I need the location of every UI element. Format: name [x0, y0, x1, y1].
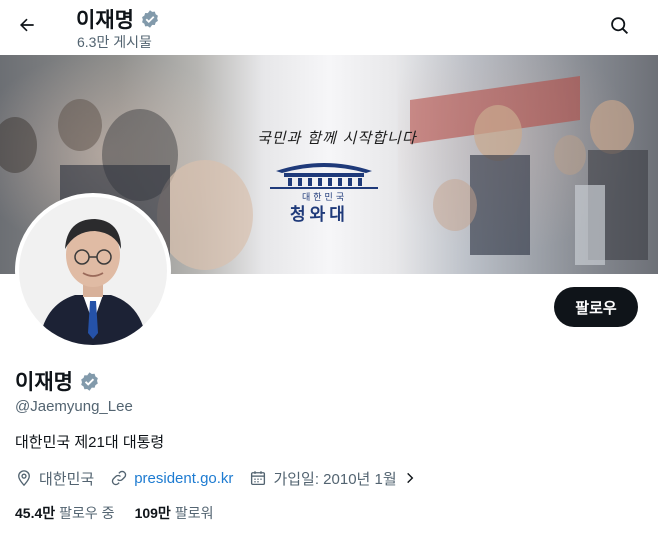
back-button[interactable] [10, 8, 44, 42]
following-stat[interactable]: 45.4만 팔로우 중 [15, 503, 115, 523]
follow-stats: 45.4만 팔로우 중 109만 팔로워 [15, 503, 213, 523]
arrow-left-icon [20, 18, 34, 32]
profile-name: 이재명 [15, 366, 100, 396]
profile-handle: @Jaemyung_Lee [15, 398, 133, 415]
banner-slogan: 국민과 함께 시작합니다 [257, 129, 417, 147]
followers-label: 팔로워 [174, 505, 214, 521]
search-button[interactable] [602, 8, 636, 42]
top-bar: 이재명 6.3만 게시물 [0, 0, 658, 54]
profile-bio: 대한민국 제21대 대통령 [15, 434, 165, 451]
banner-logo-name: 청와대 [290, 205, 349, 224]
location-text: 대한민국 [39, 470, 95, 488]
search-icon [610, 16, 628, 34]
profile-meta: 대한민국 president.go.kr 가입일: 2010년 1월 [15, 467, 433, 489]
joined-item[interactable]: 가입일: 2010년 1월 [249, 468, 416, 489]
calendar-icon [251, 471, 266, 486]
website-link[interactable]: president.go.kr [134, 470, 233, 487]
chevron-right-icon [406, 472, 413, 484]
following-count: 45.4만 [15, 505, 56, 521]
followers-stat[interactable]: 109만 팔로워 [135, 503, 214, 523]
verified-badge-icon [142, 10, 158, 28]
location-pin-icon [18, 470, 30, 487]
followers-count: 109만 [134, 505, 171, 521]
header-title: 이재명 [76, 4, 160, 34]
link-icon [112, 470, 127, 486]
profile-avatar[interactable] [15, 193, 171, 349]
post-count: 6.3만 게시물 [77, 34, 152, 50]
location-item: 대한민국 [15, 468, 94, 489]
blue-house-logo [270, 163, 378, 189]
joined-text: 가입일: 2010년 1월 [273, 470, 397, 488]
verified-badge-icon[interactable] [79, 371, 100, 392]
avatar-portrait [19, 197, 167, 345]
profile-name-text: 이재명 [15, 371, 73, 394]
header-title-text: 이재명 [76, 9, 134, 32]
following-label: 팔로우 중 [59, 505, 115, 521]
website-item: president.go.kr [110, 469, 233, 487]
follow-button[interactable]: 팔로우 [554, 287, 638, 327]
